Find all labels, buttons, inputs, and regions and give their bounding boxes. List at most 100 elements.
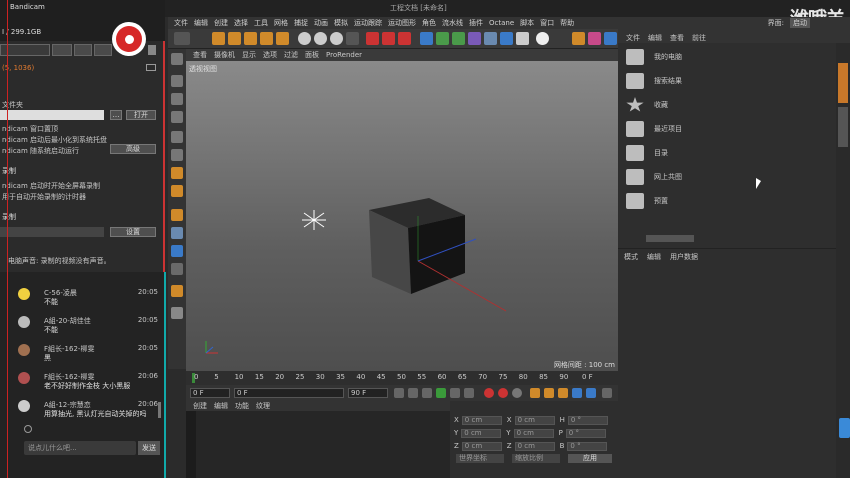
rotation-h-field[interactable]: 0 °: [567, 415, 608, 425]
menu-plugins[interactable]: 插件: [469, 18, 483, 28]
menu-select[interactable]: 选择: [234, 18, 248, 28]
y-axis-icon[interactable]: [314, 32, 327, 45]
current-frame-slider[interactable]: 0 F: [234, 388, 344, 398]
coordinate-system-icon[interactable]: [346, 32, 359, 45]
browser-item-catalog[interactable]: 目录: [626, 142, 826, 164]
menu-edit[interactable]: 编辑: [194, 18, 208, 28]
timeline-ruler[interactable]: 0 5 10 15 20 25 30 35 40 45 50 55 60 65 70 75 80 85 90 0 F: [186, 371, 618, 385]
rotate-icon[interactable]: [260, 32, 273, 45]
menu-character[interactable]: 角色: [422, 18, 436, 28]
browser-item-presets[interactable]: 预置: [626, 190, 826, 212]
browser-menu-view[interactable]: 查看: [670, 33, 684, 43]
recent-tool-icon[interactable]: [276, 32, 289, 45]
workplane-icon[interactable]: [572, 32, 585, 45]
deformer-icon[interactable]: [484, 32, 497, 45]
menu-animate[interactable]: 动画: [314, 18, 328, 28]
go-to-start-icon[interactable]: [394, 388, 404, 398]
chat-scrollbar[interactable]: [158, 402, 161, 418]
light-icon[interactable]: [536, 32, 549, 45]
browser-item-recent[interactable]: 最近项目: [626, 118, 826, 140]
menu-mograph[interactable]: 运动图形: [388, 18, 416, 28]
browser-menu-file[interactable]: 文件: [626, 33, 640, 43]
subdivision-icon[interactable]: [452, 32, 465, 45]
render-picture-viewer-icon[interactable]: [382, 32, 395, 45]
menu-pipeline[interactable]: 流水线: [442, 18, 463, 28]
texture-mode-icon[interactable]: [171, 93, 183, 105]
cube-primitive-icon[interactable]: [420, 32, 433, 45]
size-y-field[interactable]: 0 cm: [513, 428, 554, 438]
auto-key-icon[interactable]: [498, 388, 508, 398]
option-startup[interactable]: ndicam 随系统启动运行: [2, 146, 79, 156]
settings-button[interactable]: 设置: [110, 227, 156, 237]
vp-menu-options[interactable]: 选项: [263, 50, 277, 60]
mat-menu-edit[interactable]: 编辑: [214, 401, 228, 411]
option-topmost[interactable]: ndicam 窗口置顶: [2, 124, 58, 134]
attr-menu-mode[interactable]: 模式: [624, 252, 638, 262]
menu-octane[interactable]: Octane: [489, 19, 514, 27]
attr-menu-userdata[interactable]: 用户数据: [670, 252, 698, 262]
z-axis-icon[interactable]: [330, 32, 343, 45]
advanced-button[interactable]: 高级: [110, 144, 156, 154]
end-frame-field[interactable]: 90 F: [348, 388, 388, 398]
coordinate-mode-select[interactable]: 世界坐标: [456, 454, 504, 463]
menu-script[interactable]: 脚本: [520, 18, 534, 28]
object-mode-icon[interactable]: [171, 75, 183, 87]
scale-icon[interactable]: [244, 32, 257, 45]
camera-tab-icon[interactable]: [94, 44, 112, 56]
material-manager[interactable]: [186, 411, 450, 478]
axis-mode-icon[interactable]: [171, 209, 183, 221]
apply-button[interactable]: 应用: [568, 454, 612, 463]
option-minimize-tray[interactable]: ndicam 启动后最小化到系统托盘: [2, 135, 107, 145]
browser-item-my-computer[interactable]: 我的电脑: [626, 46, 826, 68]
start-frame-field[interactable]: 0 F: [190, 388, 230, 398]
render-settings-icon[interactable]: [398, 32, 411, 45]
floor-icon[interactable]: [500, 32, 513, 45]
prev-frame-icon[interactable]: [422, 388, 432, 398]
position-x-field[interactable]: 0 cm: [461, 415, 502, 425]
select-icon[interactable]: [212, 32, 225, 45]
render-view-icon[interactable]: [366, 32, 379, 45]
mat-menu-create[interactable]: 创建: [193, 401, 207, 411]
model-mode-icon[interactable]: [171, 53, 183, 65]
workplane-mode-icon[interactable]: [171, 111, 183, 123]
menu-tools[interactable]: 工具: [254, 18, 268, 28]
menu-window[interactable]: 窗口: [540, 18, 554, 28]
layout-select[interactable]: 启动: [790, 18, 810, 28]
prev-key-icon[interactable]: [408, 388, 418, 398]
browser-slider[interactable]: [646, 235, 694, 242]
layer-icon[interactable]: [171, 307, 183, 319]
vp-menu-panel[interactable]: 面板: [305, 50, 319, 60]
menu-file[interactable]: 文件: [174, 18, 188, 28]
polygons-mode-icon[interactable]: [171, 167, 183, 179]
vp-menu-prorender[interactable]: ProRender: [326, 51, 362, 59]
chat-input[interactable]: 说点儿什么吧...: [24, 441, 136, 455]
snap-icon[interactable]: [171, 245, 183, 257]
menu-create[interactable]: 创建: [214, 18, 228, 28]
send-button[interactable]: 发送: [138, 441, 160, 455]
position-y-field[interactable]: 0 cm: [461, 428, 502, 438]
mode-device-tab[interactable]: [52, 44, 72, 56]
browser-item-network[interactable]: 网上共图: [626, 166, 826, 188]
browser-menu-go[interactable]: 前往: [692, 33, 706, 43]
octane-icon[interactable]: [588, 32, 601, 45]
key-param-icon[interactable]: [572, 388, 582, 398]
browser-item-favorites[interactable]: 收藏: [626, 94, 826, 116]
size-mode-select[interactable]: 缩放比例: [512, 454, 560, 463]
rotation-b-field[interactable]: 0 °: [567, 441, 608, 451]
option-auto-fullscreen[interactable]: ndicam 启动时开始全屏幕录制: [2, 181, 100, 191]
side-tab-takes[interactable]: [838, 107, 848, 147]
key-selection-icon[interactable]: [512, 388, 522, 398]
browser-item-search-results[interactable]: 搜索结果: [626, 70, 826, 92]
vp-menu-cameras[interactable]: 摄像机: [214, 50, 235, 60]
x-axis-icon[interactable]: [298, 32, 311, 45]
record-button[interactable]: [112, 22, 146, 56]
move-icon[interactable]: [228, 32, 241, 45]
attr-menu-edit[interactable]: 编辑: [647, 252, 661, 262]
timeline-menu-icon[interactable]: [602, 388, 612, 398]
record-key-icon[interactable]: [484, 388, 494, 398]
vp-menu-view[interactable]: 查看: [193, 50, 207, 60]
go-to-end-icon[interactable]: [464, 388, 474, 398]
menu-mesh[interactable]: 网格: [274, 18, 288, 28]
points-mode-icon[interactable]: [171, 131, 183, 143]
camera-icon[interactable]: [516, 32, 529, 45]
